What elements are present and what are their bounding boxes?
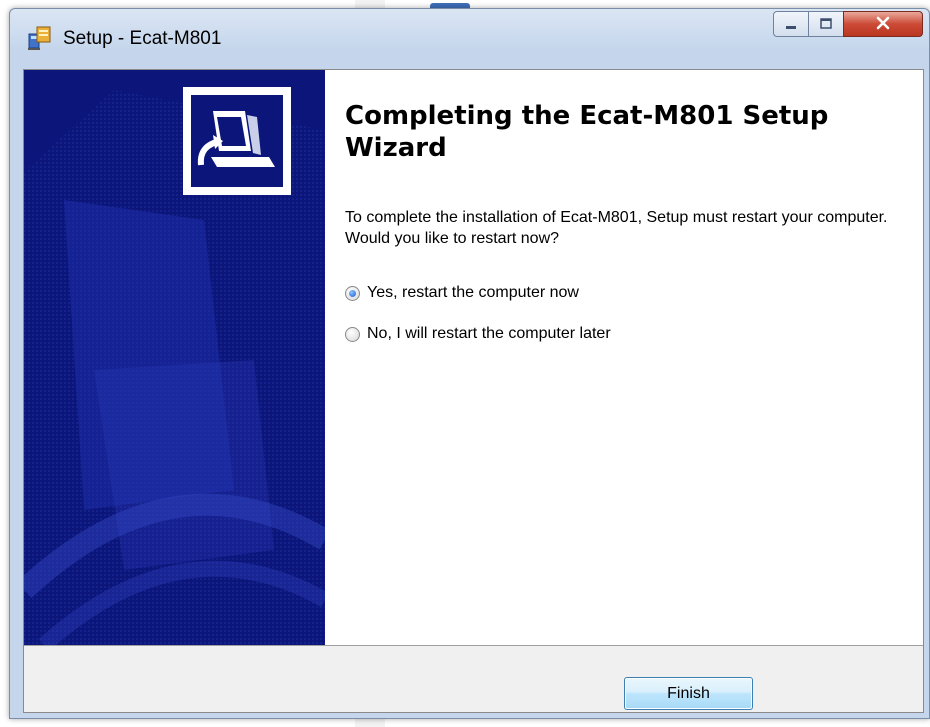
wizard-client-area: Completing the Ecat-M801 Setup Wizard To… (23, 69, 924, 713)
setup-installer-icon (26, 25, 52, 51)
maximize-icon (819, 15, 833, 34)
close-button[interactable] (843, 11, 923, 37)
setup-window: Setup - Ecat-M801 Completing the Ecat-M8… (9, 8, 930, 719)
maximize-button[interactable] (808, 11, 844, 37)
radio-unselected-icon[interactable] (345, 326, 360, 342)
caption-buttons (773, 11, 923, 37)
restart-later-option[interactable]: No, I will restart the computer later (345, 325, 611, 343)
wizard-content: Completing the Ecat-M801 Setup Wizard To… (325, 70, 923, 645)
wizard-heading: Completing the Ecat-M801 Setup Wizard (345, 101, 829, 163)
minimize-button[interactable] (773, 11, 809, 37)
window-title: Setup - Ecat-M801 (63, 28, 222, 49)
restart-now-label: Yes, restart the computer now (367, 284, 579, 301)
radio-selected-icon[interactable] (345, 285, 360, 301)
restart-later-label: No, I will restart the computer later (367, 325, 611, 342)
title-bar[interactable]: Setup - Ecat-M801 (10, 9, 929, 69)
restart-now-option[interactable]: Yes, restart the computer now (345, 284, 579, 302)
restart-description: To complete the installation of Ecat-M80… (345, 209, 888, 247)
close-icon (875, 15, 891, 34)
wizard-button-bar: Finish (24, 645, 923, 712)
computer-install-icon (191, 95, 283, 187)
banner-product-icon (183, 87, 291, 195)
finish-button[interactable]: Finish (624, 677, 753, 710)
minimize-icon (784, 15, 798, 34)
